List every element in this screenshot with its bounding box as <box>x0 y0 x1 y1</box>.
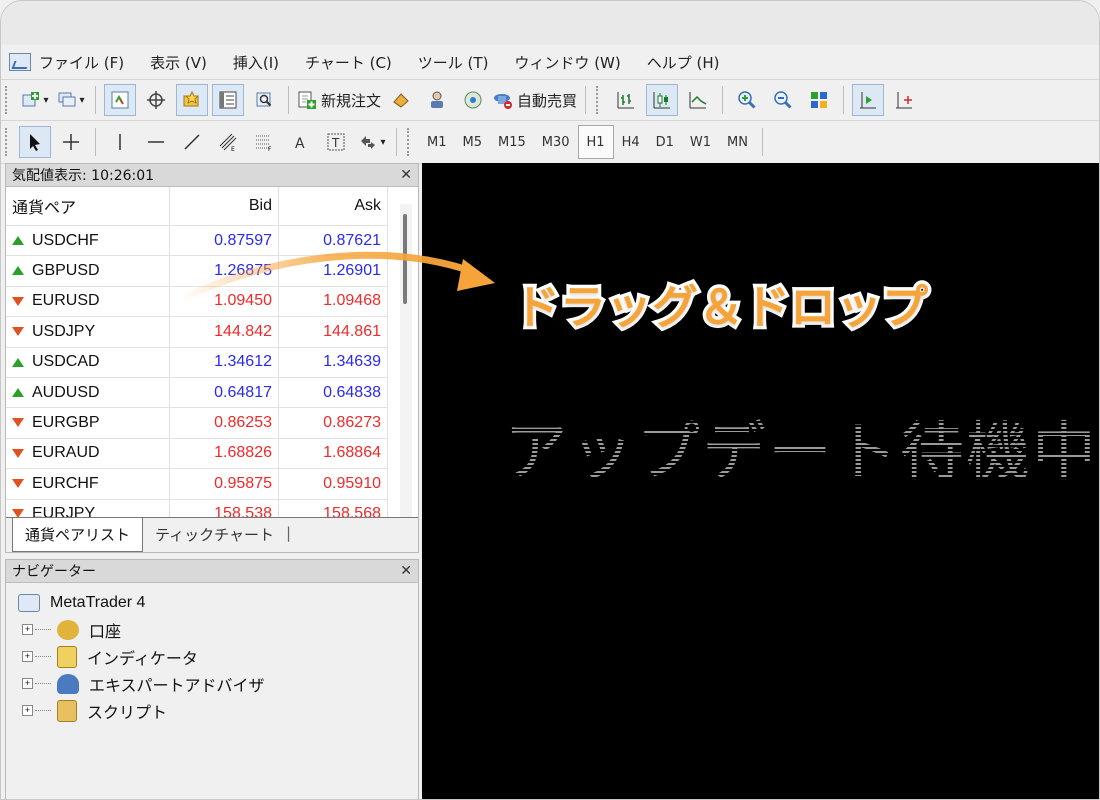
drag-and-drop-label: ドラッグ＆ドロップ <box>511 277 932 338</box>
app-window: ファイル (F) 表示 (V) 挿入(I) チャート (C) ツール (T) ウ… <box>0 0 1100 800</box>
drag-arrow-path <box>177 251 475 303</box>
drag-arrow-overlay <box>177 251 495 303</box>
drag-arrow-head <box>457 259 495 291</box>
